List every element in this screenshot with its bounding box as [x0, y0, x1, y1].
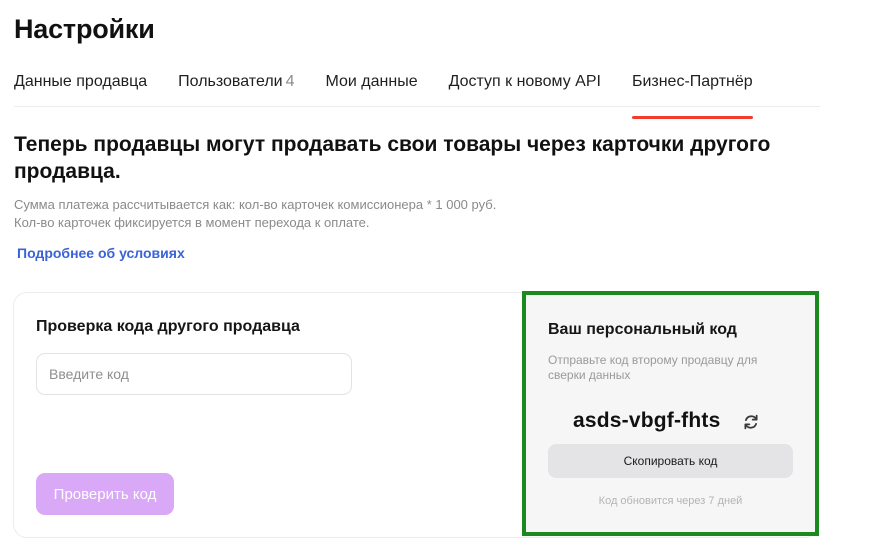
partner-code-input[interactable] [36, 353, 352, 395]
personal-code-title: Ваш персональный код [548, 321, 737, 338]
tab-label: Мои данные [325, 73, 418, 90]
refresh-icon[interactable] [742, 413, 760, 431]
tab-my-data[interactable]: Мои данные [326, 70, 418, 106]
tab-seller-data[interactable]: Данные продавца [14, 70, 147, 106]
tab-label: Пользователи [178, 73, 283, 90]
verify-code-title: Проверка кода другого продавца [36, 318, 300, 335]
cards-fixation-note: Кол-во карточек фиксируется в момент пер… [14, 215, 370, 230]
tab-business-partner[interactable]: Бизнес-Партнёр [631, 70, 753, 119]
terms-details-link[interactable]: Подробнее об условиях [17, 245, 185, 261]
copy-code-button[interactable]: Скопировать код [548, 444, 793, 478]
tab-users[interactable]: Пользователи 4 [178, 70, 294, 106]
personal-code-value: asds-vbgf-fhts [573, 409, 721, 432]
page-title: Настройки [14, 14, 155, 44]
tab-label: Бизнес-Партнёр [631, 73, 753, 90]
personal-code-panel: Ваш персональный код Отправьте код второ… [522, 291, 819, 536]
settings-tabs: Данные продавца Пользователи 4 Мои данные… [14, 70, 820, 119]
tab-new-api-access[interactable]: Доступ к новому API [449, 70, 601, 106]
tab-label: Данные продавца [14, 73, 148, 90]
tab-label: Доступ к новому API [448, 73, 601, 90]
personal-code-description: Отправьте код второму продавцу для сверк… [548, 353, 758, 382]
verify-code-button[interactable]: Проверить код [36, 473, 174, 515]
section-headline: Теперь продавцы могут продавать свои тов… [14, 133, 771, 183]
payment-note: Сумма платежа рассчитывается как: кол-во… [14, 197, 497, 212]
users-count-badge: 4 [285, 73, 295, 90]
code-expiry-note: Код обновится через 7 дней [598, 495, 743, 507]
